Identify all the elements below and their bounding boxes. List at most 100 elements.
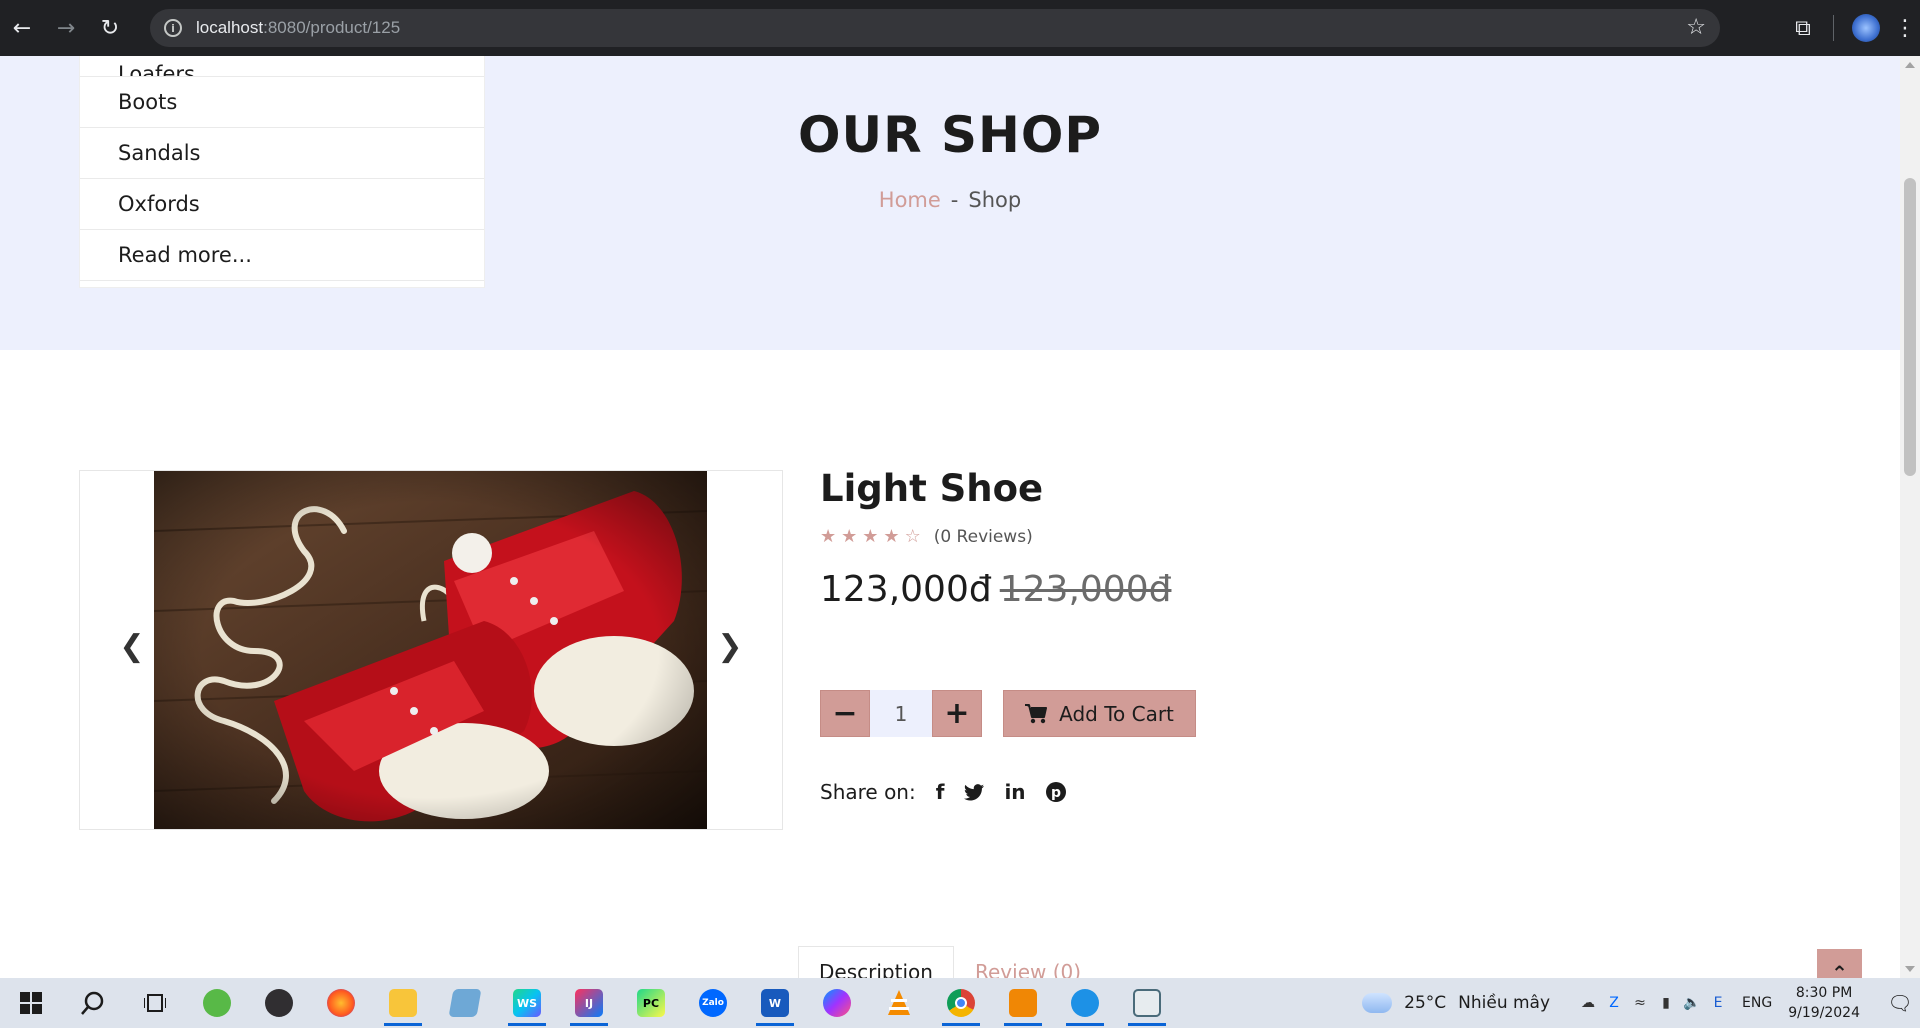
tab-description[interactable]: Description — [798, 946, 954, 978]
volume-icon[interactable]: 🔈 — [1683, 995, 1700, 1011]
terminal-app-icon[interactable] — [1116, 978, 1178, 1028]
cloud-icon — [1362, 987, 1393, 1013]
vlc-icon[interactable] — [868, 978, 930, 1028]
url-host: localhost — [196, 18, 264, 37]
quantity-input[interactable] — [870, 690, 932, 737]
svg-text:p: p — [1051, 785, 1061, 801]
docker-icon[interactable] — [1054, 978, 1116, 1028]
tab-review[interactable]: Review (0) — [955, 946, 1101, 978]
category-item-label: Sandals — [118, 141, 201, 165]
chrome-icon[interactable] — [930, 978, 992, 1028]
add-to-cart-label: Add To Cart — [1059, 701, 1174, 726]
back-icon[interactable]: ← — [0, 6, 44, 50]
category-item-label: Oxfords — [118, 192, 200, 216]
facebook-icon[interactable]: f — [936, 780, 945, 804]
product-image-carousel: ❮ ❯ — [79, 470, 783, 830]
reviews-count: (0 Reviews) — [933, 526, 1033, 547]
cart-icon — [1025, 703, 1048, 723]
product-price: 123,000đ 123,000đ — [820, 569, 1171, 610]
quantity-increase-button[interactable]: + — [932, 690, 982, 737]
file-explorer-icon[interactable] — [372, 978, 434, 1028]
scroll-down-icon[interactable] — [1905, 966, 1915, 972]
category-item-boots[interactable]: Boots — [80, 77, 484, 128]
share-label: Share on: — [820, 780, 916, 804]
quantity-decrease-button[interactable]: − — [820, 690, 870, 737]
category-item-oxfords[interactable]: Oxfords — [80, 179, 484, 230]
webstorm-icon[interactable]: WS — [496, 978, 558, 1028]
profile-avatar[interactable] — [1852, 14, 1880, 42]
task-view-icon[interactable] — [124, 978, 186, 1028]
wifi-icon[interactable]: ≈ — [1632, 995, 1648, 1011]
product-photo — [154, 471, 707, 829]
notification-icon[interactable]: 🗨 — [1880, 991, 1920, 1015]
pycharm-icon[interactable]: PC — [620, 978, 682, 1028]
forward-icon[interactable]: → — [44, 6, 88, 50]
breadcrumb-current: Shop — [968, 188, 1022, 212]
category-item-partial[interactable]: Loafers — [80, 56, 484, 77]
category-item-label: Loafers — [118, 62, 195, 77]
weather-widget[interactable]: 25°C Nhiều mây — [1362, 987, 1551, 1013]
carousel-prev-icon[interactable]: ❮ — [117, 629, 147, 664]
star-empty-icon: ☆ — [904, 526, 921, 547]
category-item-read-more[interactable]: Read more... — [80, 230, 484, 281]
product-title: Light Shoe — [820, 467, 1044, 510]
double-chevron-up-icon: ⌃ — [1831, 961, 1848, 978]
weather-description: Nhiều mây — [1458, 993, 1551, 1013]
linkedin-icon[interactable]: in — [1004, 780, 1025, 804]
star-filled-icon: ★ — [862, 526, 879, 547]
reload-icon[interactable]: ↻ — [88, 6, 132, 50]
zalo-icon[interactable]: Zalo — [682, 978, 744, 1028]
page-content: OUR SHOP Home - Shop Loafers Boots Sandals… — [0, 56, 1900, 978]
scroll-up-icon[interactable] — [1905, 62, 1915, 68]
category-item-label: Read more... — [118, 243, 252, 267]
pinterest-icon[interactable]: p — [1045, 782, 1066, 802]
carousel-next-icon[interactable]: ❯ — [715, 629, 745, 664]
page-scrollbar[interactable] — [1900, 56, 1920, 978]
ime-icon[interactable]: E — [1710, 995, 1726, 1011]
drawio-icon[interactable] — [992, 978, 1054, 1028]
zalo-tray-icon[interactable]: Z — [1606, 995, 1622, 1011]
current-price: 123,000đ — [820, 569, 992, 610]
language-indicator[interactable]: ENG — [1742, 995, 1772, 1011]
back-to-top-button[interactable]: ⌃ — [1817, 949, 1862, 978]
notes-app-icon[interactable] — [434, 978, 496, 1028]
breadcrumb-home-link[interactable]: Home — [879, 188, 941, 212]
star-filled-icon: ★ — [820, 526, 837, 547]
intellij-icon[interactable]: IJ — [558, 978, 620, 1028]
star-filled-icon: ★ — [883, 526, 900, 547]
word-icon[interactable]: W — [744, 978, 806, 1028]
twitter-icon[interactable] — [964, 783, 985, 801]
old-price: 123,000đ — [999, 569, 1172, 610]
share-bar: Share on: f in p — [820, 780, 1086, 804]
category-item-label: Boots — [118, 90, 178, 114]
scrollbar-thumb[interactable] — [1904, 178, 1916, 476]
breadcrumb-separator: - — [950, 188, 959, 212]
weather-temp: 25°C — [1404, 993, 1447, 1013]
clock-time: 8:30 PM — [1795, 985, 1853, 1001]
extensions-icon[interactable]: ⧉ — [1781, 6, 1825, 50]
browser-menu-icon[interactable]: ⋮ — [1890, 16, 1920, 41]
star-filled-icon: ★ — [841, 526, 858, 547]
search-icon[interactable] — [62, 978, 124, 1028]
windows-taskbar: WS IJ PC Zalo W 25°C Nhiều mây ☁ Z ≈ ▮ 🔈… — [0, 978, 1920, 1028]
windows-start-icon[interactable] — [0, 978, 62, 1028]
clock-date: 9/19/2024 — [1788, 1005, 1860, 1021]
app-green-icon[interactable] — [186, 978, 248, 1028]
bookmark-star-icon[interactable]: ☆ — [1686, 15, 1706, 40]
browser-toolbar: ← → ↻ i localhost:8080/product/125 ☆ ⧉ ⋮ — [0, 0, 1920, 56]
firefox-icon[interactable] — [310, 978, 372, 1028]
battery-icon[interactable]: ▮ — [1658, 995, 1674, 1011]
address-bar[interactable]: i localhost:8080/product/125 ☆ — [150, 9, 1720, 47]
category-dropdown: Loafers Boots Sandals Oxfords Read more.… — [79, 56, 485, 288]
category-item-sandals[interactable]: Sandals — [80, 128, 484, 179]
product-rating: ★ ★ ★ ★ ☆ (0 Reviews) — [820, 526, 1033, 547]
add-to-cart-button[interactable]: Add To Cart — [1003, 690, 1196, 737]
messenger-icon[interactable] — [806, 978, 868, 1028]
obs-icon[interactable] — [248, 978, 310, 1028]
system-tray: ☁ Z ≈ ▮ 🔈 E — [1580, 995, 1726, 1011]
quantity-stepper: − + — [820, 690, 982, 737]
onedrive-icon[interactable]: ☁ — [1580, 995, 1596, 1011]
clock[interactable]: 8:30 PM 9/19/2024 — [1788, 983, 1860, 1023]
url-text[interactable]: localhost:8080/product/125 — [196, 18, 400, 38]
site-info-icon[interactable]: i — [164, 19, 182, 37]
